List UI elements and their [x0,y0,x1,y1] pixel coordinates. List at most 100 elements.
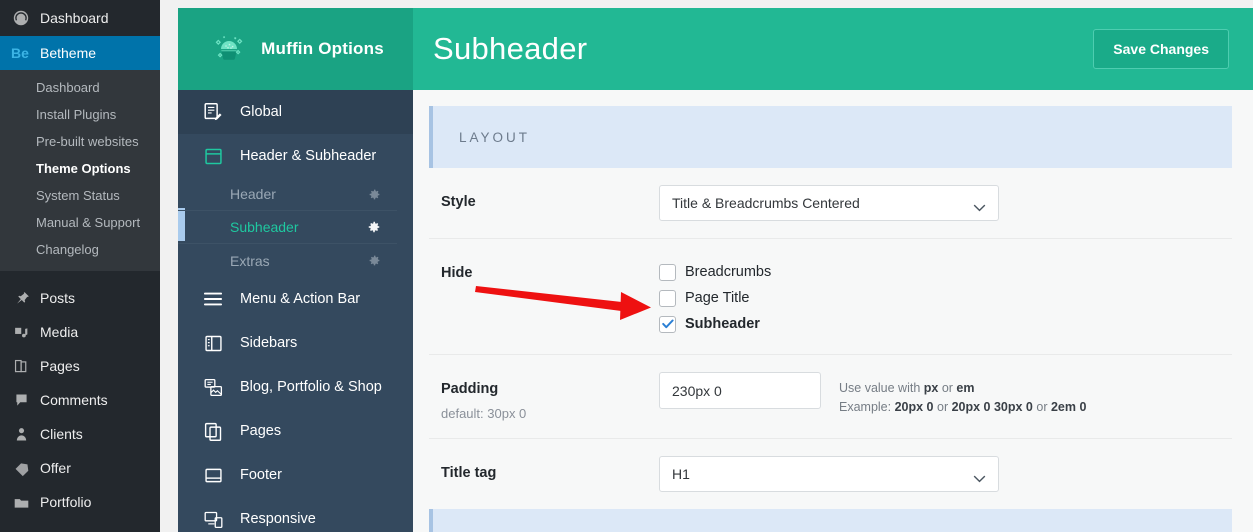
submenu-item-manual-support[interactable]: Manual & Support [0,209,160,236]
pages-icon [11,356,31,376]
checkbox-label: Subheader [685,316,760,332]
sidebar-divider [0,271,160,281]
padding-hint: Use value with px or em Example: 20px 0 … [839,372,1086,418]
checkbox-breadcrumbs[interactable]: Breadcrumbs [659,259,771,285]
sidebar-item-posts[interactable]: Posts [0,281,160,315]
nav-item-header-subheader[interactable]: Header & Subheader [178,134,413,178]
main-content-area: Subheader Save Changes LAYOUT Style Titl… [413,8,1253,532]
media-icon [11,322,31,342]
nav-item-label: Blog, Portfolio & Shop [240,379,382,395]
nav-item-menu-action-bar[interactable]: Menu & Action Bar [178,277,413,321]
sidebar-item-comments[interactable]: Comments [0,383,160,417]
sidebars-icon [200,331,226,355]
field-title: Hide [441,265,473,281]
sidebar-item-dashboard[interactable]: Dashboard [0,0,160,36]
style-select[interactable]: Title & Breadcrumbs Centered [659,185,999,221]
padding-hint-line-2: Example: 20px 0 or 20px 0 30px 0 or 2em … [839,398,1086,417]
tag-icon [11,458,31,478]
field-control-style: Title & Breadcrumbs Centered [659,185,999,221]
hint-text: or [1032,400,1051,415]
section-title: LAYOUT [459,129,531,145]
subnav-item-label: Header [230,186,276,202]
check-icon [661,319,674,329]
nav-item-sidebars[interactable]: Sidebars [178,321,413,365]
subnav-item-header[interactable]: Header [178,178,397,211]
submenu-item-install-plugins[interactable]: Install Plugins [0,101,160,128]
subnav-item-label: Subheader [230,219,299,235]
nav-item-label: Menu & Action Bar [240,291,361,307]
gear-icon[interactable] [367,220,381,234]
betheme-icon: Be [11,45,29,61]
screen-root: Dashboard Be Betheme Dashboard Install P… [0,0,1253,532]
field-label-title-tag: Title tag [441,456,659,481]
checkbox-page-title[interactable]: Page Title [659,285,771,311]
subnav-item-subheader[interactable]: Subheader [178,211,397,244]
hint-text: or [933,400,952,415]
checkbox-box[interactable] [659,263,676,281]
sidebar-item-label: Posts [40,290,76,306]
title-tag-select-value: H1 [672,466,690,482]
header-box-icon [200,144,226,168]
sidebar-item-clients[interactable]: Clients [0,417,160,451]
subnav-item-extras[interactable]: Extras [178,244,397,277]
nav-item-global[interactable]: Global [178,90,413,134]
padding-input-value: 230px 0 [672,382,722,399]
section-header-background: BACKGROUND [429,509,1232,532]
field-control-padding: 230px 0 [659,372,821,409]
nav-item-label: Footer [240,467,282,483]
field-title: Padding [441,381,499,397]
checkbox-subheader[interactable]: Subheader [659,311,771,337]
checkbox-label: Breadcrumbs [685,264,772,280]
checkbox-box[interactable] [659,315,676,333]
gear-icon[interactable] [368,254,381,267]
muffin-nav: Global Header & Subheader Header Subhead… [178,90,413,532]
hint-example-3: 2em 0 [1050,400,1087,415]
nav-item-pages[interactable]: Pages [178,409,413,453]
global-edit-icon [200,100,226,124]
brand-label: Muffin Options [261,39,384,58]
field-row-padding: Padding default: 30px 0 230px 0 Use valu… [429,355,1232,439]
field-title: Style [441,194,476,210]
submenu-item-theme-options[interactable]: Theme Options [0,155,160,182]
hint-text: or [938,381,957,395]
muffin-options-brand: Muffin Options [178,8,413,90]
sidebar-item-media[interactable]: Media [0,315,160,349]
submenu-item-changelog[interactable]: Changelog [0,236,160,263]
sidebar-item-betheme[interactable]: Be Betheme [0,36,168,70]
subnav-item-label: Extras [230,252,270,269]
hint-unit-em: em [956,381,975,395]
nav-item-blog-portfolio-shop[interactable]: Blog, Portfolio & Shop [178,365,413,409]
field-label-padding: Padding default: 30px 0 [441,372,659,421]
padding-hint-line-1: Use value with px or em [839,379,1086,398]
dashboard-icon [11,8,31,28]
title-tag-select[interactable]: H1 [659,456,999,492]
field-row-style: Style Title & Breadcrumbs Centered [429,168,1232,239]
sidebar-item-label: Offer [40,460,71,476]
field-row-hide: Hide Breadcrumbs Page Title Subheader [429,239,1232,355]
sidebar-item-pages[interactable]: Pages [0,349,160,383]
nav-item-label: Header & Subheader [240,148,377,164]
betheme-submenu: Dashboard Install Plugins Pre-built webs… [0,70,160,271]
save-changes-button[interactable]: Save Changes [1093,29,1229,69]
submenu-item-dashboard[interactable]: Dashboard [0,74,160,101]
sidebar-item-label: Pages [40,358,80,374]
pin-icon [11,288,31,308]
nav-item-responsive[interactable]: Responsive [178,497,413,532]
submenu-item-system-status[interactable]: System Status [0,182,160,209]
options-form: LAYOUT Style Title & Breadcrumbs Centere… [413,90,1253,532]
portfolio-icon [11,492,31,512]
field-label-hide: Hide [441,256,659,281]
gear-icon[interactable] [368,188,381,201]
padding-input[interactable]: 230px 0 [659,372,821,409]
sidebar-item-offer[interactable]: Offer [0,451,160,485]
copy-pages-icon [200,419,226,443]
hint-text: Use value with [839,381,924,395]
nav-item-footer[interactable]: Footer [178,453,413,497]
nav-item-label: Sidebars [240,335,298,351]
submenu-item-prebuilt-websites[interactable]: Pre-built websites [0,128,160,155]
checkbox-box[interactable] [659,289,676,307]
hint-example-2: 20px 0 30px 0 [951,400,1033,415]
sidebar-item-portfolio[interactable]: Portfolio [0,485,160,519]
nav-item-label: Responsive [240,511,316,527]
hide-checkbox-group: Breadcrumbs Page Title Subheader [659,256,771,337]
